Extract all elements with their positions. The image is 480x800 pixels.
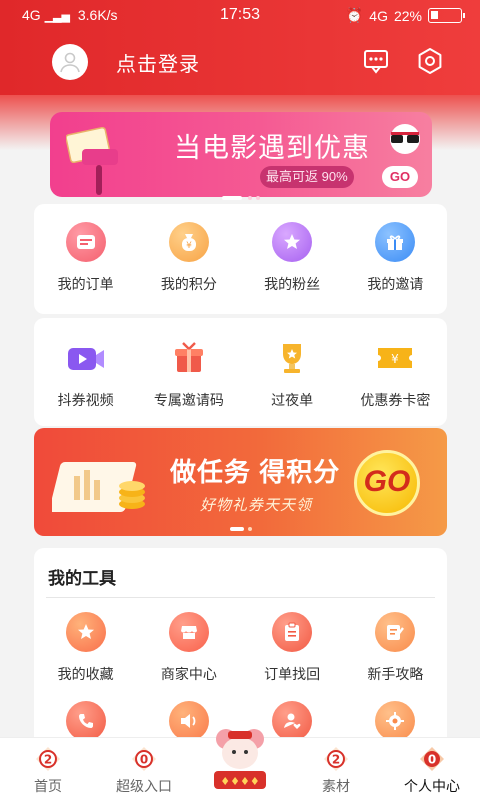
coupon-icon: ¥ — [375, 338, 415, 378]
shop-icon — [168, 612, 209, 652]
banner-page-indicator — [230, 527, 252, 531]
my-fans[interactable]: 我的粉丝 — [241, 222, 344, 294]
battery-icon — [428, 8, 465, 23]
banner-title: 当电影遇到优惠 — [174, 133, 370, 163]
nav-label: 超级入口 — [116, 778, 172, 794]
label: 过夜单 — [271, 392, 314, 408]
points-bag-icon: ¥ — [168, 222, 209, 262]
my-favorites[interactable]: 我的收藏 — [34, 612, 137, 684]
label: 我的收藏 — [57, 666, 114, 682]
nav-home[interactable]: 2 首页 — [0, 738, 96, 800]
nav-materials[interactable]: 2 素材 — [288, 738, 384, 800]
douquan-video[interactable]: 抖券视频 — [34, 338, 137, 410]
tool-settings[interactable] — [344, 701, 447, 741]
status-bar: 4G ▁▃▅ 3.6K/s 17:53 ⏰ 4G 22% — [0, 0, 480, 32]
login-label[interactable]: 点击登录 — [116, 48, 200, 77]
label: 专属邀请码 — [153, 392, 224, 408]
edit-note-icon — [375, 612, 416, 652]
nav-personal-center[interactable]: 0 个人中心 — [384, 738, 480, 800]
banner-subtitle: 最高可返 90% — [260, 166, 354, 188]
right-network: 4G — [369, 7, 388, 24]
personal-center-badge-icon: 0 — [420, 747, 444, 771]
svg-text:♦♦♦♦: ♦♦♦♦ — [220, 775, 259, 788]
my-orders[interactable]: 我的订单 — [34, 222, 137, 294]
exclusive-invite-code[interactable]: 专属邀请码 — [137, 338, 240, 410]
battery-percent: 22% — [393, 7, 422, 24]
order-recovery[interactable]: 订单找回 — [241, 612, 344, 684]
my-points[interactable]: ¥ 我的积分 — [137, 222, 240, 294]
settings-icon[interactable] — [415, 46, 445, 76]
divider — [46, 597, 435, 598]
nav-label: 素材 — [322, 778, 350, 794]
svg-text:¥: ¥ — [392, 352, 400, 366]
svg-text:2: 2 — [332, 753, 340, 767]
svg-text:0: 0 — [140, 753, 148, 767]
super-entry-badge-icon: 0 — [132, 747, 156, 771]
clipboard-icon — [272, 612, 313, 652]
avatar-icon[interactable] — [52, 44, 88, 80]
favorite-star-icon — [65, 612, 106, 652]
task-banner-title: 做任务 得积分 — [170, 457, 341, 487]
features-card: 抖券视频 专属邀请码 过夜单 ¥ 优惠券卡密 — [34, 318, 447, 426]
beginner-guide[interactable]: 新手攻略 — [344, 612, 447, 684]
label: 我的邀请 — [367, 276, 424, 292]
video-icon — [66, 338, 106, 378]
task-banner-subtitle: 好物礼券天天领 — [200, 497, 313, 514]
label: 新手攻略 — [367, 666, 424, 682]
3d-glasses-icon — [382, 124, 428, 159]
account-card: 我的订单 ¥ 我的积分 我的粉丝 我的邀请 — [34, 204, 447, 314]
materials-badge-icon: 2 — [324, 747, 348, 771]
status-right: ⏰ 4G 22% — [345, 7, 465, 24]
label: 抖券视频 — [57, 392, 114, 408]
nav-super-entry[interactable]: 0 超级入口 — [96, 738, 192, 800]
tools-title: 我的工具 — [48, 569, 116, 588]
home-badge-icon: 2 — [36, 747, 60, 771]
banner-go-button[interactable]: GO — [382, 166, 418, 188]
merchant-center[interactable]: 商家中心 — [137, 612, 240, 684]
svg-text:0: 0 — [428, 753, 436, 767]
gear-icon — [375, 701, 416, 741]
customer-phone[interactable] — [34, 701, 137, 741]
account-grid: 我的订单 ¥ 我的积分 我的粉丝 我的邀请 — [34, 204, 447, 294]
tools-row-1: 我的收藏 商家中心 订单找回 新手攻略 — [34, 612, 447, 684]
label: 我的粉丝 — [264, 276, 321, 292]
overnight-order[interactable]: 过夜单 — [241, 338, 344, 410]
alarm-icon: ⏰ — [345, 7, 364, 23]
gift-icon — [375, 222, 416, 262]
label: 订单找回 — [264, 666, 321, 682]
star-icon — [272, 222, 313, 262]
tools-card: 我的工具 我的收藏 商家中心 订单找回 新手攻略 — [34, 548, 447, 748]
lucky-mascot-icon[interactable]: ♦♦♦♦ — [208, 725, 272, 795]
label: 我的积分 — [160, 276, 217, 292]
profile-login[interactable]: 点击登录 — [52, 44, 200, 80]
trophy-icon — [272, 338, 312, 378]
phone-coins-icon — [52, 462, 145, 512]
speaker-icon — [168, 701, 209, 741]
nav-label: 首页 — [34, 778, 62, 794]
svg-text:¥: ¥ — [186, 241, 192, 251]
coupon-card-code[interactable]: ¥ 优惠券卡密 — [344, 338, 447, 410]
label: 优惠券卡密 — [360, 392, 431, 408]
nav-label: 个人中心 — [404, 778, 460, 794]
message-icon[interactable] — [361, 46, 391, 76]
features-grid: 抖券视频 专属邀请码 过夜单 ¥ 优惠券卡密 — [34, 318, 447, 410]
task-go-button[interactable]: GO — [354, 450, 420, 516]
task-points-banner[interactable]: 做任务 得积分 好物礼券天天领 GO — [34, 428, 447, 536]
label: 我的订单 — [57, 276, 114, 292]
order-icon — [65, 222, 106, 262]
svg-text:2: 2 — [44, 753, 52, 767]
phone-icon — [65, 701, 106, 741]
gift-box-icon — [169, 338, 209, 378]
label: 商家中心 — [160, 666, 217, 682]
my-invites[interactable]: 我的邀请 — [344, 222, 447, 294]
user-heart-icon — [272, 701, 313, 741]
